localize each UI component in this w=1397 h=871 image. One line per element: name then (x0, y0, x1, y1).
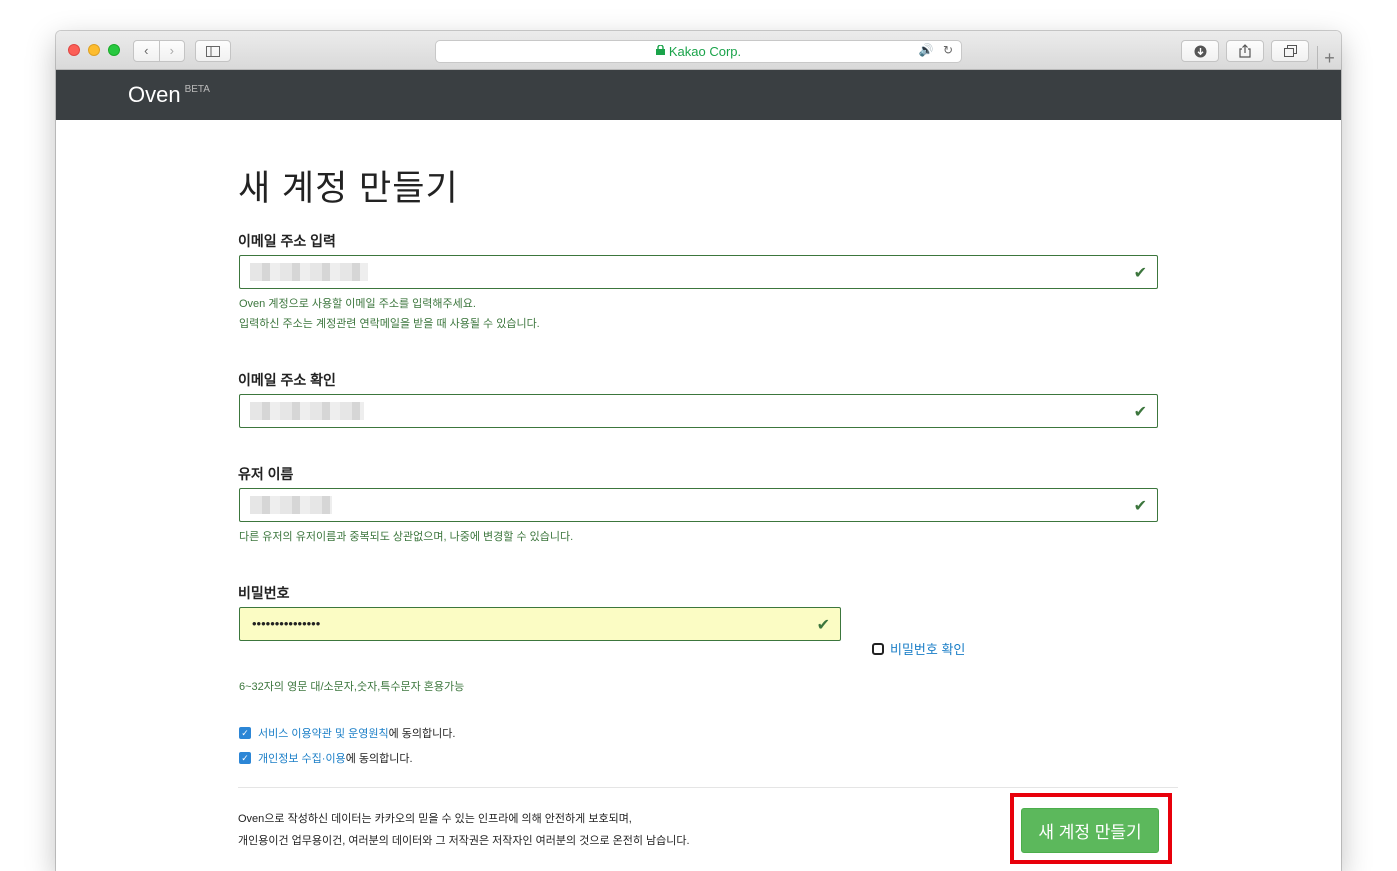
privacy-agreement: ✓ 개인정보 수집·이용 에 동의합니다. (239, 750, 413, 766)
email-help-2: 입력하신 주소는 계정관련 연락메일을 받을 때 사용될 수 있습니다. (239, 318, 540, 330)
email-help-1: Oven 계정으로 사용할 이메일 주소를 입력해주세요. (239, 298, 476, 310)
email-value-redacted (250, 263, 368, 281)
valid-check-icon: ✔ (1133, 498, 1147, 515)
sidebar-toggle-button[interactable] (195, 40, 231, 62)
browser-toolbar: ‹ › Kakao Corp. 🔊 ↻ + (56, 31, 1341, 70)
username-value-redacted (250, 496, 332, 514)
email-label: 이메일 주소 입력 (238, 233, 336, 249)
forward-button[interactable]: › (159, 41, 184, 61)
email-confirm-value-redacted (250, 402, 364, 420)
valid-check-icon: ✔ (816, 617, 830, 634)
new-tab-button[interactable]: + (1317, 46, 1341, 70)
terms-link[interactable]: 서비스 이용약관 및 운영원칙 (258, 725, 389, 741)
terms-agreement: ✓ 서비스 이용약관 및 운영원칙 에 동의합니다. (239, 725, 455, 741)
privacy-suffix: 에 동의합니다. (345, 753, 413, 765)
tabs-icon (1283, 45, 1297, 57)
speaker-icon[interactable]: 🔊 (919, 43, 934, 57)
show-password-toggle[interactable]: 비밀번호 확인 (872, 639, 965, 658)
minimize-window-button[interactable] (88, 44, 100, 56)
lock-icon (655, 44, 665, 58)
password-masked-value: ••••••••••••••• (252, 616, 321, 631)
password-help: 6~32자의 영문 대/소문자,숫자,특수문자 혼용가능 (239, 681, 465, 693)
beta-badge: BETA (184, 84, 210, 95)
url-text: Kakao Corp. (668, 44, 742, 59)
email-input[interactable]: ✔ (239, 255, 1158, 289)
zoom-window-button[interactable] (108, 44, 120, 56)
brand-logo[interactable]: Oven BETA (128, 82, 210, 108)
privacy-link[interactable]: 개인정보 수집·이용 (258, 750, 346, 766)
create-account-button[interactable]: 새 계정 만들기 (1021, 808, 1159, 853)
password-input[interactable]: ••••••••••••••• ✔ (239, 607, 841, 641)
username-label: 유저 이름 (238, 466, 294, 482)
show-tabs-button[interactable] (1271, 40, 1309, 62)
sidebar-icon (206, 45, 220, 57)
email-confirm-label: 이메일 주소 확인 (238, 372, 336, 388)
page-title: 새 계정 만들기 (238, 169, 459, 208)
privacy-checkbox[interactable]: ✓ (239, 752, 251, 764)
show-password-checkbox[interactable] (872, 642, 884, 655)
username-input[interactable]: ✔ (239, 488, 1158, 522)
download-icon (1194, 45, 1206, 57)
notice-line-2: 개인용이건 업무용이건, 여러분의 데이터와 그 저작권은 저작자인 여러분의 … (238, 835, 690, 847)
show-password-label[interactable]: 비밀번호 확인 (890, 639, 965, 658)
reload-icon[interactable]: ↻ (943, 43, 953, 57)
terms-suffix: 에 동의합니다. (388, 728, 456, 740)
terms-checkbox[interactable]: ✓ (239, 727, 251, 739)
address-bar[interactable]: Kakao Corp. 🔊 ↻ (435, 40, 962, 63)
notice-line-1: Oven으로 작성하신 데이터는 카카오의 믿을 수 있는 인프라에 의해 안전… (238, 813, 632, 825)
submit-highlight-box: 새 계정 만들기 (1010, 793, 1172, 864)
valid-check-icon: ✔ (1133, 404, 1147, 421)
form-divider (238, 787, 1178, 788)
email-confirm-input[interactable]: ✔ (239, 394, 1158, 428)
close-window-button[interactable] (68, 44, 80, 56)
nav-buttons: ‹ › (133, 40, 185, 62)
share-icon (1239, 44, 1251, 58)
valid-check-icon: ✔ (1133, 265, 1147, 282)
back-button[interactable]: ‹ (134, 41, 159, 61)
data-protection-notice: Oven으로 작성하신 데이터는 카카오의 믿을 수 있는 인프라에 의해 안전… (238, 808, 690, 852)
site-navbar: Oven BETA (56, 70, 1341, 120)
address-right-icons: 🔊 ↻ (919, 43, 953, 57)
brand-name: Oven (128, 82, 181, 107)
downloads-button[interactable] (1181, 40, 1219, 62)
browser-window: ‹ › Kakao Corp. 🔊 ↻ + Oven BETA 새 계정 만들기… (56, 31, 1341, 871)
share-button[interactable] (1226, 40, 1264, 62)
password-label: 비밀번호 (238, 585, 290, 601)
username-help: 다른 유저의 유저이름과 중복되도 상관없으며, 나중에 변경할 수 있습니다. (239, 531, 574, 543)
